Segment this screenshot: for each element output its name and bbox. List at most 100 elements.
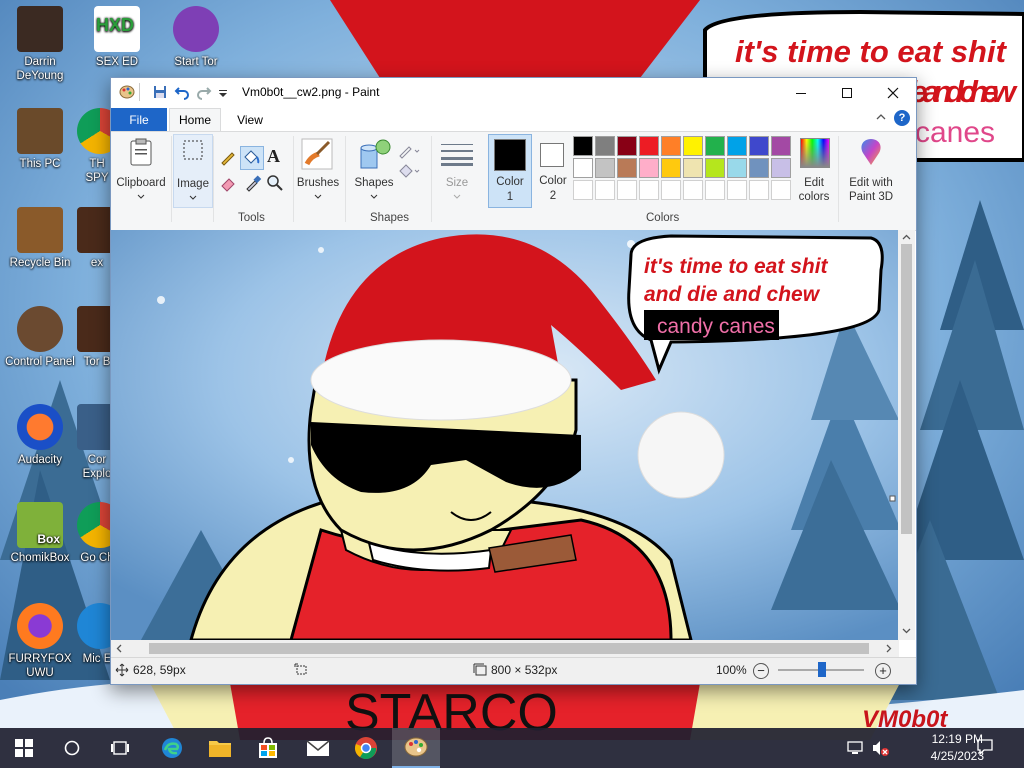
maximize-button[interactable] — [824, 78, 870, 107]
taskbar-edge[interactable] — [148, 728, 196, 768]
text-tool[interactable]: A — [267, 146, 285, 166]
color1-button[interactable]: Color 1 — [488, 134, 532, 208]
scroll-up-icon[interactable] — [902, 233, 911, 242]
scroll-left-icon[interactable] — [115, 644, 124, 653]
fill-tool[interactable] — [240, 146, 264, 170]
eraser-tool[interactable] — [219, 174, 237, 192]
image-button[interactable]: Image — [173, 134, 213, 208]
desktop-icon-furryfox[interactable]: FURRYFOX UWU — [0, 603, 80, 680]
horizontal-scroll-thumb[interactable] — [149, 643, 869, 654]
palette-swatch[interactable] — [595, 158, 615, 178]
palette-swatch[interactable] — [639, 158, 659, 178]
palette-swatch[interactable] — [705, 158, 725, 178]
paint-window[interactable]: Vm0b0t__cw2.png - Paint File Home View ?… — [110, 77, 917, 685]
clipboard-button[interactable]: Clipboard — [116, 134, 166, 204]
minimize-button[interactable] — [778, 78, 824, 107]
taskbar-file-explorer[interactable] — [196, 728, 244, 768]
palette-swatch[interactable] — [617, 180, 637, 200]
palette-swatch[interactable] — [749, 158, 769, 178]
magnifier-tool[interactable] — [266, 174, 284, 192]
palette-swatch[interactable] — [705, 136, 725, 156]
desktop-icon-this-pc[interactable]: This PC — [0, 108, 80, 171]
palette-swatch[interactable] — [705, 180, 725, 200]
palette-swatch[interactable] — [749, 136, 769, 156]
palette-swatch[interactable] — [771, 158, 791, 178]
color2-button[interactable]: Color 2 — [532, 134, 574, 206]
scroll-right-icon[interactable] — [884, 644, 893, 653]
palette-swatch[interactable] — [661, 136, 681, 156]
scroll-down-icon[interactable] — [902, 626, 911, 635]
desktop-icon-chomikbox[interactable]: Box ChomikBox — [0, 502, 80, 565]
network-tray-icon[interactable] — [846, 739, 864, 760]
palette-swatch[interactable] — [683, 158, 703, 178]
close-button[interactable] — [870, 78, 916, 107]
palette-swatch[interactable] — [771, 136, 791, 156]
taskbar-paint[interactable] — [392, 728, 440, 768]
palette-swatch[interactable] — [771, 180, 791, 200]
taskbar: 12:19 PM 4/25/2023 — [0, 728, 1024, 768]
zoom-slider[interactable] — [778, 662, 864, 677]
zoom-slider-thumb[interactable] — [818, 662, 826, 677]
zoom-out-button[interactable]: − — [753, 663, 769, 679]
fill-button[interactable] — [397, 162, 421, 180]
palette-swatch[interactable] — [661, 180, 681, 200]
palette-swatch[interactable] — [639, 136, 659, 156]
brushes-button[interactable]: Brushes — [297, 134, 339, 206]
palette-swatch[interactable] — [595, 136, 615, 156]
vertical-scroll-thumb[interactable] — [901, 244, 912, 534]
outline-button[interactable] — [397, 142, 421, 160]
desktop-icon-start-tor[interactable]: Start Tor — [156, 6, 236, 69]
canvas-area[interactable]: it's time to eat shit and die and chew c… — [111, 230, 899, 640]
redo-icon[interactable] — [196, 84, 212, 100]
chrome-icon — [355, 737, 377, 760]
desktop-icon-recycle-bin[interactable]: Recycle Bin — [0, 207, 80, 270]
palette-swatch[interactable] — [617, 158, 637, 178]
zoom-in-button[interactable]: + — [875, 663, 891, 679]
image-canvas[interactable]: it's time to eat shit and die and chew c… — [111, 230, 899, 640]
palette-swatch[interactable] — [617, 136, 637, 156]
undo-icon[interactable] — [174, 84, 190, 100]
search-button[interactable] — [48, 728, 96, 768]
desktop-icon-sex-ed[interactable]: HXD SEX ED — [77, 6, 157, 69]
desktop-icon-audacity[interactable]: Audacity — [0, 404, 80, 467]
collapse-ribbon-icon[interactable] — [875, 111, 887, 126]
horizontal-scrollbar[interactable] — [111, 640, 899, 657]
tab-view[interactable]: View — [225, 108, 275, 131]
palette-swatch[interactable] — [727, 180, 747, 200]
shapes-button[interactable]: Shapes — [351, 134, 397, 206]
save-icon[interactable] — [152, 84, 168, 100]
volume-tray-icon[interactable] — [871, 739, 889, 760]
task-view-button[interactable] — [96, 728, 144, 768]
taskbar-store[interactable] — [244, 728, 292, 768]
help-icon[interactable]: ? — [894, 110, 910, 126]
taskbar-chrome[interactable] — [342, 728, 390, 768]
palette-swatch[interactable] — [683, 136, 703, 156]
color-picker-tool[interactable] — [244, 174, 262, 192]
desktop-icon-control-panel[interactable]: Control Panel — [0, 306, 80, 369]
start-button[interactable] — [0, 728, 48, 768]
edit-with-paint3d-button[interactable]: Edit with Paint 3D — [843, 134, 899, 206]
taskbar-mail[interactable] — [294, 728, 342, 768]
pencil-tool[interactable] — [219, 148, 237, 166]
palette-swatch[interactable] — [573, 180, 593, 200]
edit-colors-button[interactable]: Edit colors — [795, 134, 833, 206]
palette-swatch[interactable] — [639, 180, 659, 200]
palette-swatch[interactable] — [573, 158, 593, 178]
title-bar[interactable]: Vm0b0t__cw2.png - Paint — [111, 78, 916, 107]
hxd-icon: HXD — [94, 6, 140, 52]
palette-swatch[interactable] — [595, 180, 615, 200]
palette-swatch[interactable] — [749, 180, 769, 200]
paint-app-icon[interactable] — [119, 84, 135, 100]
palette-swatch[interactable] — [727, 136, 747, 156]
palette-swatch[interactable] — [573, 136, 593, 156]
palette-swatch[interactable] — [661, 158, 681, 178]
tab-file[interactable]: File — [111, 108, 167, 131]
customize-quick-access-icon[interactable] — [217, 84, 233, 100]
palette-swatch[interactable] — [727, 158, 747, 178]
size-button[interactable]: Size — [437, 134, 477, 206]
desktop-icon-darrin-deyoung[interactable]: Darrin DeYoung — [0, 6, 80, 83]
tab-home[interactable]: Home — [169, 108, 221, 131]
notifications-button[interactable] — [976, 738, 994, 759]
palette-swatch[interactable] — [683, 180, 703, 200]
vertical-scrollbar[interactable] — [898, 230, 915, 640]
